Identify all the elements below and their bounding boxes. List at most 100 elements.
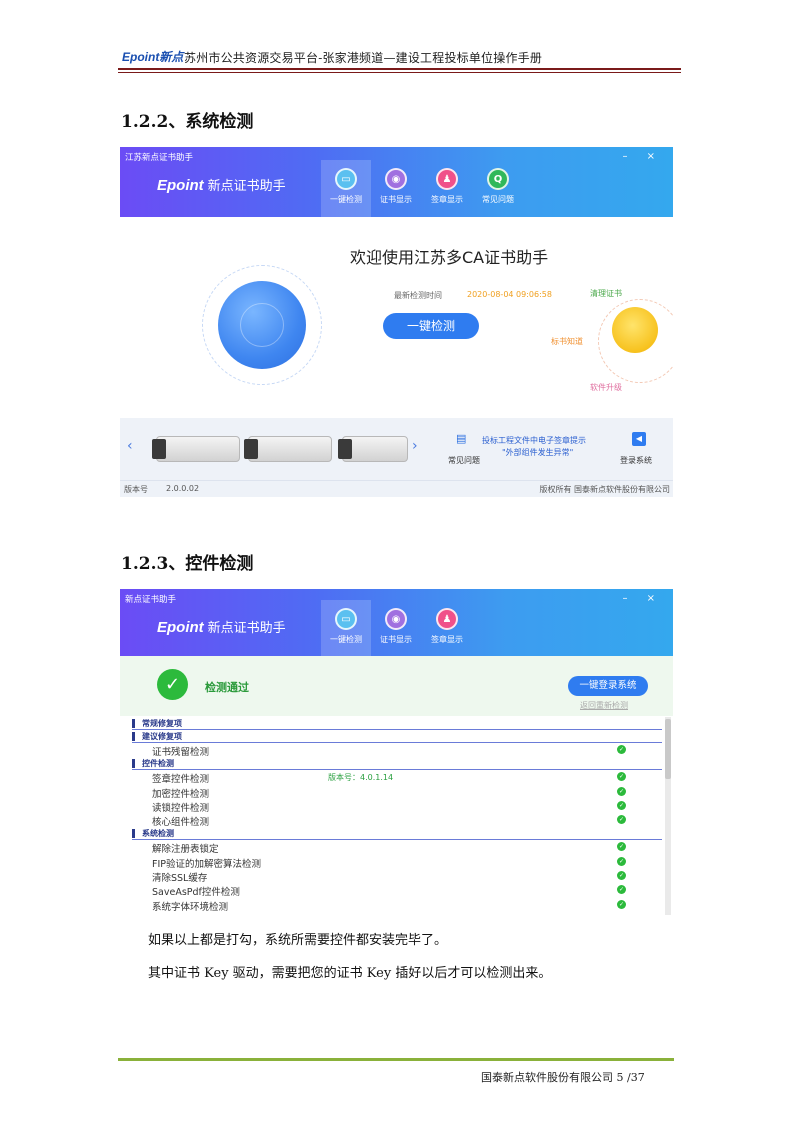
- check-list: 常规修复项建议修复项证书残留检测 ✓ 控件检测签章控件检测 版本号：4.0.1.14 ✓…: [132, 717, 662, 921]
- category-row: 常规修复项: [132, 717, 662, 730]
- side-link-upgrade[interactable]: 软件升级: [590, 382, 622, 393]
- category-marker: [132, 759, 135, 769]
- version-value: 2.0.0.02: [166, 484, 200, 493]
- window-header: 新点证书助手 – × Epoint 新点证书助手 ▭ 一键检测 ◉ 证书显示 ♟ …: [120, 589, 673, 657]
- check-item-row: 证书残留检测 ✓: [132, 743, 662, 758]
- brand-text: 新点证书助手: [207, 179, 286, 194]
- section-heading-system-check: 1.2.2、系统检测: [121, 112, 254, 132]
- check-item-row: 清除SSL缓存 ✓: [132, 869, 662, 884]
- check-item-label: 解除注册表锁定: [152, 844, 219, 856]
- usb-key-icon: [156, 436, 240, 462]
- notice-line1[interactable]: 投标工程文件中电子签章提示: [482, 435, 586, 446]
- window-header: 江苏新点证书助手 – × Epoint 新点证书助手 ▭ 一键检测 ◉ 证书显示 …: [120, 147, 673, 217]
- status-bar: 版本号 2.0.0.02 版权所有 国泰新点软件股份有限公司: [120, 480, 673, 497]
- faq-icon: Q: [487, 168, 509, 190]
- brand-logo: Epoint: [157, 619, 204, 636]
- check-item-label: 核心组件检测: [152, 817, 210, 829]
- footer-rule: [118, 1058, 674, 1061]
- usb-cap: [244, 439, 258, 459]
- header-title: 苏州市公共资源交易平台-张家港频道—建设工程投标单位操作手册: [184, 51, 543, 65]
- check-item-version: 版本号：4.0.1.14: [328, 773, 394, 783]
- one-click-login-button[interactable]: 一键登录系统: [568, 676, 648, 696]
- check-item-label: 系统字体环境检测: [152, 901, 229, 913]
- radar-inner-ring: [240, 303, 284, 347]
- welcome-title: 欢迎使用江苏多CA证书助手: [350, 248, 549, 267]
- certificate-icon: ◉: [385, 608, 407, 630]
- category-label: 常规修复项: [142, 719, 182, 728]
- window-title: 江苏新点证书助手: [125, 153, 194, 163]
- check-ok-icon: ✓: [617, 871, 626, 881]
- nav-seal-display[interactable]: ♟ 签章显示: [422, 160, 472, 217]
- header-rule: [118, 68, 681, 70]
- nav-cert-display[interactable]: ◉ 证书显示: [371, 600, 421, 657]
- check-item-row: 核心组件检测 ✓: [132, 813, 662, 829]
- app-brand: Epoint 新点证书助手: [157, 175, 286, 194]
- scrollbar-thumb[interactable]: [665, 719, 671, 779]
- chevron-left-icon[interactable]: ‹: [127, 438, 133, 454]
- one-click-check-button[interactable]: 一键检测: [383, 313, 479, 339]
- check-item-label: 证书残留检测: [152, 747, 210, 758]
- category-label: 建议修复项: [142, 732, 182, 741]
- check-ok-icon: ✓: [617, 772, 626, 782]
- check-item-label: SaveAsPdf控件检测: [152, 887, 240, 899]
- nav-faq[interactable]: Q 常见问题: [473, 160, 523, 217]
- check-item-row: 系统字体环境检测 ✓: [132, 898, 662, 913]
- notice-line2[interactable]: "外部组件发生异常": [502, 447, 573, 458]
- nav-one-click-check[interactable]: ▭ 一键检测: [321, 160, 371, 217]
- window-controls[interactable]: – ×: [622, 593, 663, 604]
- recheck-link[interactable]: 返回重新检测: [580, 700, 628, 711]
- device-bar: ‹ › ▤ 常见问题 投标工程文件中电子签章提示 "外部组件发生异常" ◀ 登录…: [120, 418, 673, 480]
- nav-one-click-check[interactable]: ▭ 一键检测: [321, 600, 371, 657]
- check-item-label: 签章控件检测: [152, 774, 210, 786]
- check-item-row: 加密控件检测 ✓: [132, 785, 662, 800]
- check-ok-icon: ✓: [617, 815, 626, 825]
- version-label: 版本号: [124, 485, 148, 494]
- category-label: 系统检测: [142, 829, 174, 839]
- nav-seal-display[interactable]: ♟ 签章显示: [422, 600, 472, 657]
- nav-label: 证书显示: [380, 635, 412, 644]
- nav-label: 常见问题: [482, 195, 514, 204]
- seal-icon: ♟: [436, 608, 458, 630]
- side-link-clean-cert[interactable]: 清理证书: [590, 288, 622, 299]
- category-marker: [132, 829, 135, 839]
- chevron-right-icon[interactable]: ›: [412, 438, 418, 454]
- footer-text: 国泰新点软件股份有限公司 5 /37: [481, 1071, 645, 1084]
- cert-assistant-window-control-check: 新点证书助手 – × Epoint 新点证书助手 ▭ 一键检测 ◉ 证书显示 ♟ …: [120, 589, 673, 921]
- check-ok-icon: ✓: [617, 842, 626, 852]
- nav-label: 签章显示: [431, 635, 463, 644]
- check-ok-icon: ✓: [617, 856, 626, 866]
- faq-label[interactable]: 常见问题: [448, 455, 480, 466]
- paragraph-all-checked: 如果以上都是打勾，系统所需要控件都安装完毕了。: [148, 933, 448, 948]
- category-label: 控件检测: [142, 759, 174, 769]
- seal-icon: ♟: [436, 168, 458, 190]
- document-header: Epoint新点 苏州市公共资源交易平台-张家港频道—建设工程投标单位操作手册: [118, 44, 681, 74]
- pass-banner: ✓ 检测通过 一键登录系统 返回重新检测: [120, 656, 673, 716]
- category-row: 建议修复项: [132, 730, 662, 743]
- star-mascot-icon: [612, 307, 658, 353]
- window-title: 新点证书助手: [125, 595, 177, 605]
- login-system-label[interactable]: 登录系统: [620, 455, 652, 466]
- category-row: 系统检测: [132, 827, 662, 841]
- nav-label: 签章显示: [431, 195, 463, 204]
- nav-label: 一键检测: [330, 195, 362, 204]
- check-item-label: FIP验证的加解密算法检测: [152, 858, 261, 870]
- window-controls[interactable]: – ×: [622, 151, 663, 162]
- category-row: 控件检测: [132, 757, 662, 771]
- paragraph-key-driver: 其中证书 Key 驱动，需要把您的证书 Key 插好以后才可以检测出来。: [148, 966, 552, 981]
- epoint-logo: Epoint新点: [122, 50, 184, 64]
- check-item-row: FIP验证的加解密算法检测 ✓: [132, 855, 662, 870]
- message-icon: ▤: [456, 432, 467, 445]
- section-heading-control-check: 1.2.3、控件检测: [121, 554, 254, 574]
- check-item-label: 读锁控件检测: [152, 802, 210, 814]
- nav-cert-display[interactable]: ◉ 证书显示: [371, 160, 421, 217]
- app-brand: Epoint 新点证书助手: [157, 617, 286, 636]
- category-marker: [132, 732, 135, 741]
- usb-cap: [338, 439, 352, 459]
- check-ok-icon: ✓: [617, 786, 626, 796]
- check-ok-icon: ✓: [617, 885, 626, 895]
- cert-assistant-window-system-check: 江苏新点证书助手 – × Epoint 新点证书助手 ▭ 一键检测 ◉ 证书显示 …: [120, 147, 673, 497]
- check-circle-icon: ✓: [157, 669, 188, 700]
- side-link-bid-know[interactable]: 标书知道: [551, 336, 583, 347]
- check-ok-icon: ✓: [617, 745, 626, 754]
- header-rule-thin: [118, 72, 681, 73]
